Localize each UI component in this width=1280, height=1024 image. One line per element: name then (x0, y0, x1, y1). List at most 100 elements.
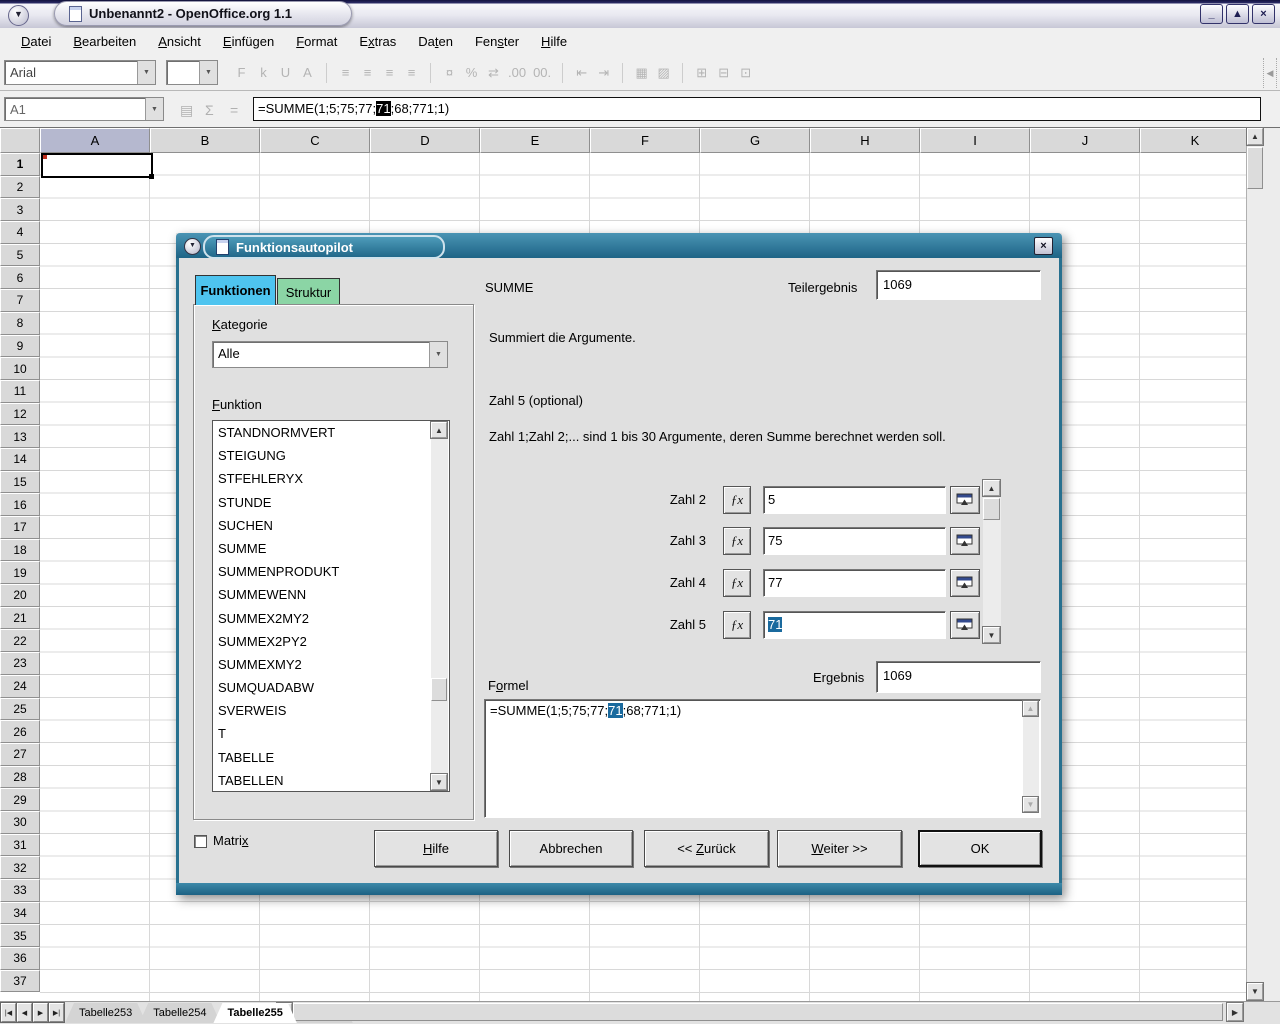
split-cells-icon[interactable]: ⊡ (738, 63, 753, 83)
row-header[interactable]: 20 (0, 584, 40, 607)
row-header[interactable]: 29 (0, 788, 40, 811)
column-header[interactable]: K (1140, 128, 1246, 153)
function-list-scroll-thumb[interactable] (431, 678, 447, 701)
scroll-up-icon[interactable]: ▲ (1023, 701, 1038, 716)
column-header[interactable]: A (40, 128, 150, 153)
hscroll-right-icon[interactable]: ▶ (1227, 1003, 1243, 1021)
row-header[interactable]: 14 (0, 448, 40, 471)
row-header[interactable]: 15 (0, 471, 40, 494)
shrink-button[interactable] (950, 611, 980, 639)
menu-item-8[interactable]: Hilfe (530, 34, 578, 49)
font-size-dropdown-icon[interactable]: ▼ (199, 61, 217, 84)
menu-item-3[interactable]: Einfügen (212, 34, 285, 49)
column-header[interactable]: E (480, 128, 590, 153)
vertical-scrollbar[interactable]: ▲ (1246, 128, 1264, 1001)
formula-input-line[interactable]: =SUMME(1;5;75;77;71;68;771;1) (253, 97, 1261, 121)
align-right-icon[interactable]: ≡ (382, 63, 397, 83)
sum-icon[interactable]: Σ (205, 102, 214, 118)
row-header[interactable]: 13 (0, 425, 40, 448)
row-header[interactable]: 18 (0, 539, 40, 562)
underline-icon[interactable]: U (278, 63, 293, 83)
menu-item-6[interactable]: Daten (407, 34, 464, 49)
row-header[interactable]: 27 (0, 743, 40, 766)
minimize-button[interactable]: _ (1200, 4, 1223, 24)
merge-center-icon[interactable]: ⊟ (716, 63, 731, 83)
shrink-button[interactable] (950, 527, 980, 555)
row-header[interactable]: 10 (0, 357, 40, 380)
sheet-tab[interactable]: Tabelle253 (65, 1003, 146, 1023)
row-header[interactable]: 2 (0, 176, 40, 199)
row-header[interactable]: 32 (0, 856, 40, 879)
select-all-corner[interactable] (0, 128, 40, 153)
fx-button[interactable]: ƒx (723, 527, 751, 555)
zurueck-button[interactable]: << Zurück (644, 830, 769, 867)
function-list-item[interactable]: SUMMEXMY2 (213, 653, 449, 676)
font-color-icon[interactable]: A (300, 63, 315, 83)
row-header[interactable]: 8 (0, 312, 40, 335)
column-header[interactable]: J (1030, 128, 1140, 153)
row-header[interactable]: 7 (0, 289, 40, 312)
separator[interactable] (430, 63, 431, 83)
row-header[interactable]: 19 (0, 561, 40, 584)
row-header[interactable]: 35 (0, 924, 40, 947)
formel-textarea[interactable]: =SUMME(1;5;75;77;71;68;771;1) ▲ ▼ (484, 699, 1041, 818)
function-list-item[interactable]: TABELLEN (213, 769, 449, 792)
dialog-menu-button[interactable]: ▼ (184, 238, 201, 255)
function-list-item[interactable]: STFEHLERYX (213, 467, 449, 490)
function-list-item[interactable]: TABELLE (213, 746, 449, 769)
scroll-up-icon[interactable]: ▲ (431, 422, 447, 438)
add-decimal-icon[interactable]: .00 (508, 63, 526, 83)
separator[interactable] (326, 63, 327, 83)
last-sheet-icon[interactable]: ▶| (49, 1003, 64, 1022)
remove-decimal-icon[interactable]: 00. (533, 63, 551, 83)
align-center-icon[interactable]: ≡ (360, 63, 375, 83)
function-list-item[interactable]: SUMMEWENN (213, 583, 449, 606)
separator[interactable] (562, 63, 563, 83)
column-header[interactable]: B (150, 128, 260, 153)
row-header[interactable]: 5 (0, 244, 40, 267)
row-header[interactable]: 1 (0, 153, 40, 176)
kategorie-dropdown-icon[interactable]: ▼ (429, 342, 447, 367)
scroll-down-icon[interactable]: ▼ (983, 627, 1000, 643)
background-color-icon[interactable]: ▨ (656, 63, 671, 83)
column-header[interactable]: F (590, 128, 700, 153)
function-list-item[interactable]: STEIGUNG (213, 444, 449, 467)
merge-cells-icon[interactable]: ⊞ (694, 63, 709, 83)
row-header[interactable]: 12 (0, 403, 40, 426)
row-header[interactable]: 37 (0, 970, 40, 993)
row-header[interactable]: 28 (0, 766, 40, 789)
tab-struktur[interactable]: Struktur (277, 278, 340, 305)
function-equals-icon[interactable]: = (230, 102, 238, 118)
font-name-combo[interactable]: Arial ▼ (4, 60, 156, 85)
row-header[interactable]: 16 (0, 493, 40, 516)
close-button[interactable]: × (1252, 4, 1275, 24)
borders-icon[interactable]: ▦ (634, 63, 649, 83)
row-header[interactable]: 23 (0, 652, 40, 675)
name-box[interactable]: A1 ▼ (4, 97, 164, 121)
function-list-item[interactable]: SUMMENPRODUKT (213, 560, 449, 583)
row-header[interactable]: 11 (0, 380, 40, 403)
ok-button[interactable]: OK (918, 830, 1042, 867)
font-name-dropdown-icon[interactable]: ▼ (137, 61, 155, 84)
separator[interactable] (622, 63, 623, 83)
row-header[interactable]: 25 (0, 698, 40, 721)
row-header[interactable]: 26 (0, 720, 40, 743)
prev-sheet-icon[interactable]: ◀ (17, 1003, 32, 1022)
align-left-icon[interactable]: ≡ (338, 63, 353, 83)
function-list-item[interactable]: SUMMEX2PY2 (213, 630, 449, 653)
fx-button[interactable]: ƒx (723, 611, 751, 639)
abbrechen-button[interactable]: Abbrechen (509, 830, 633, 867)
row-header[interactable]: 22 (0, 629, 40, 652)
weiter-button[interactable]: Weiter >> (777, 830, 902, 867)
first-sheet-icon[interactable]: |◀ (1, 1003, 16, 1022)
dialog-titlebar[interactable]: ▼ Funktionsautopilot × (176, 233, 1062, 258)
function-list-item[interactable]: SVERWEIS (213, 699, 449, 722)
menu-item-4[interactable]: Format (285, 34, 348, 49)
dialog-close-icon[interactable]: × (1034, 237, 1053, 255)
function-list-item[interactable]: T (213, 722, 449, 745)
column-header[interactable]: H (810, 128, 920, 153)
fx-button[interactable]: ƒx (723, 569, 751, 597)
name-box-dropdown-icon[interactable]: ▼ (145, 98, 163, 120)
row-header[interactable]: 31 (0, 834, 40, 857)
formel-scrollbar[interactable]: ▲ ▼ (1023, 701, 1039, 812)
